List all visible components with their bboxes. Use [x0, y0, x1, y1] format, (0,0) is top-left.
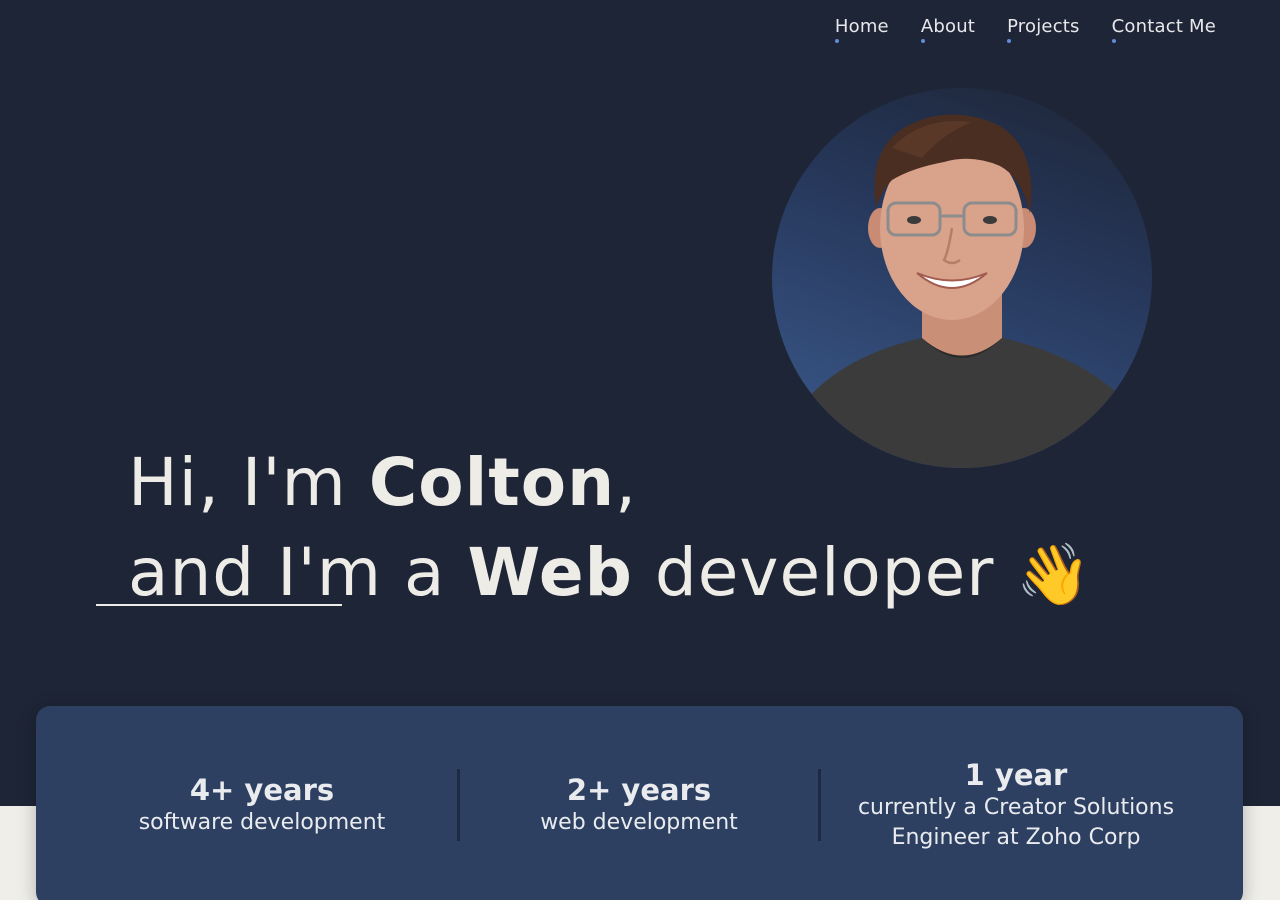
nav-link-contact[interactable]: Contact Me: [1111, 16, 1216, 43]
nav-dot-indicator: [834, 39, 839, 43]
hero-name: Colton: [368, 444, 616, 521]
hero-role-prefix: and I'm a: [128, 534, 468, 611]
nav-link-projects[interactable]: Projects: [1007, 16, 1080, 43]
hero-line-1: Hi, I'm Colton,: [128, 438, 1092, 528]
nav-link-label: About: [920, 16, 976, 37]
nav-dot-indicator: [920, 39, 925, 43]
stat-divider: [818, 769, 821, 841]
stat-value: 1 year: [964, 758, 1068, 792]
stat-label: software development: [138, 810, 386, 835]
stat-divider: [457, 769, 460, 841]
experience-stats-card: 4+ years software development 2+ years w…: [36, 706, 1243, 900]
hero-heading: Hi, I'm Colton, and I'm a Web developer …: [128, 438, 1092, 620]
profile-photo: [772, 88, 1152, 468]
stat-current-role: 1 year currently a Creator Solutions Eng…: [842, 757, 1190, 853]
hero-role: Web: [467, 534, 633, 611]
waving-hand-icon: 👋: [1016, 540, 1093, 610]
nav-link-home[interactable]: Home: [834, 16, 889, 43]
hero-line-2: and I'm a Web developer 👋: [128, 528, 1092, 620]
nav-link-label: Projects: [1007, 16, 1080, 37]
top-navigation: Home About Projects Contact Me: [834, 16, 1216, 43]
stat-value: 2+ years: [566, 773, 712, 807]
stat-value: 4+ years: [189, 773, 335, 807]
stat-label: currently a Creator Solutions Engineer a…: [857, 795, 1175, 850]
nav-link-label: Home: [834, 16, 889, 37]
hero-role-suffix: developer: [632, 534, 1017, 611]
nav-dot-indicator: [1007, 39, 1012, 43]
stat-label: web development: [540, 810, 738, 835]
nav-dot-indicator: [1111, 39, 1116, 43]
nav-link-label: Contact Me: [1111, 16, 1216, 37]
stat-software: 4+ years software development: [116, 772, 408, 838]
hero-comma: ,: [615, 444, 638, 521]
hero-underline-decoration: [96, 604, 342, 606]
nav-link-about[interactable]: About: [920, 16, 976, 43]
hero-greeting: Hi, I'm: [128, 444, 369, 521]
profile-photo-illustration: [772, 114, 1152, 468]
stat-web: 2+ years web development: [506, 772, 772, 838]
